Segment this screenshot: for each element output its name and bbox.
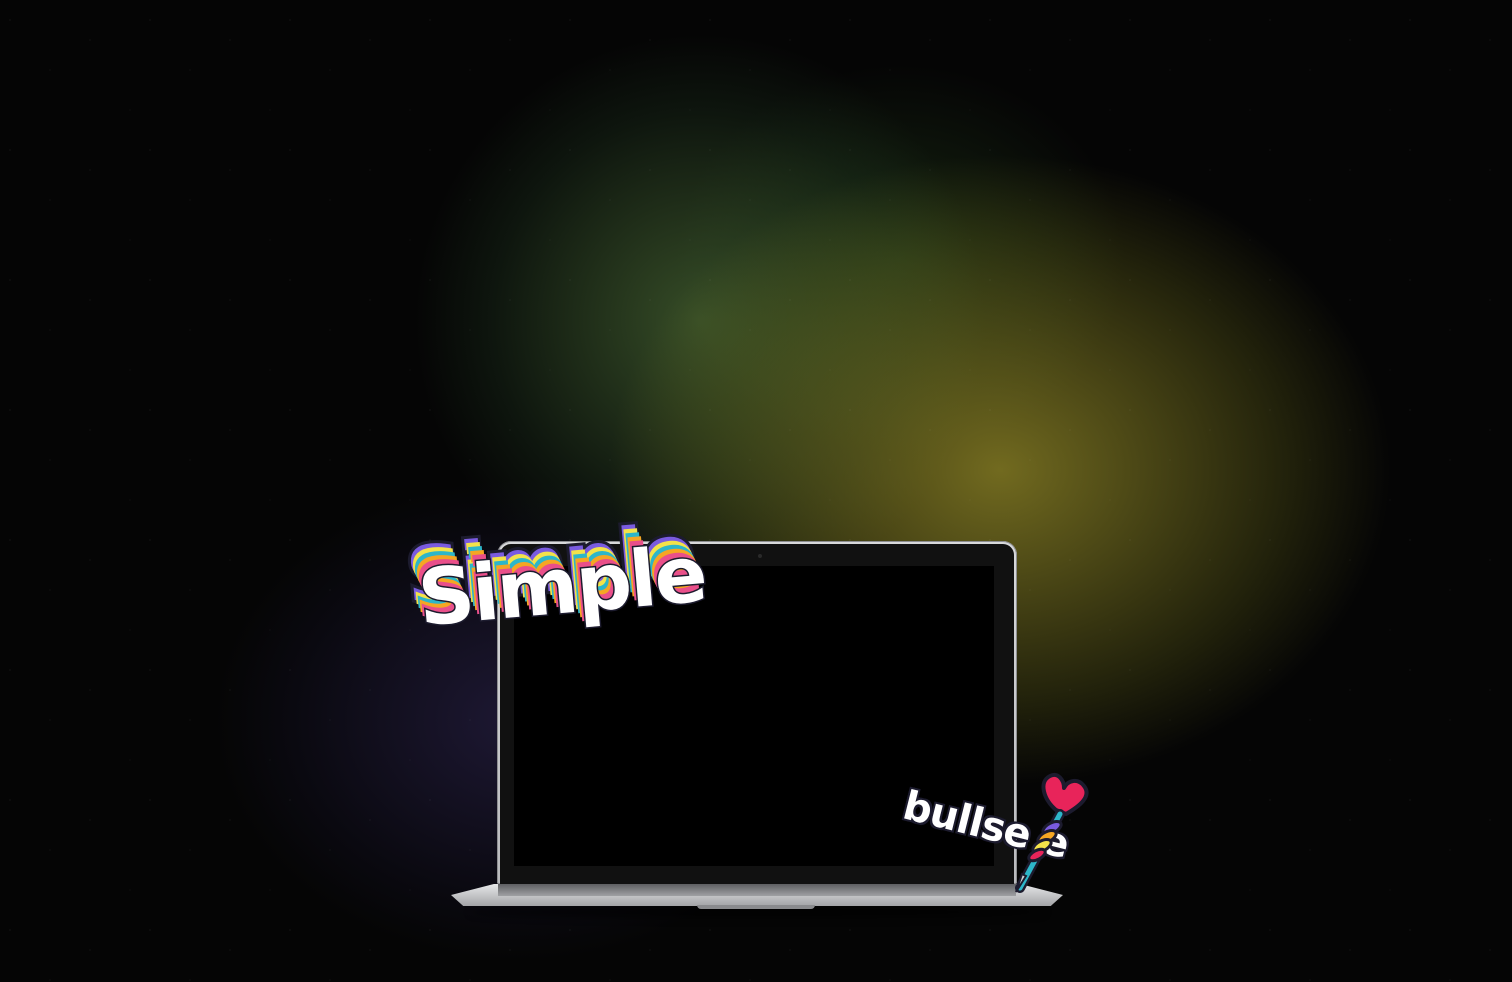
laptop-notch [697, 905, 815, 909]
camera-icon [758, 554, 762, 558]
hero-stage: Simple Simple Simple Simple Simple Simpl… [0, 0, 1512, 982]
bullseye-sticker: bullse e [896, 770, 1106, 900]
dart-icon [1015, 773, 1089, 893]
simple-sticker-label: Simple [413, 528, 710, 646]
simple-sticker: Simple Simple Simple Simple Simple Simpl… [400, 505, 711, 646]
